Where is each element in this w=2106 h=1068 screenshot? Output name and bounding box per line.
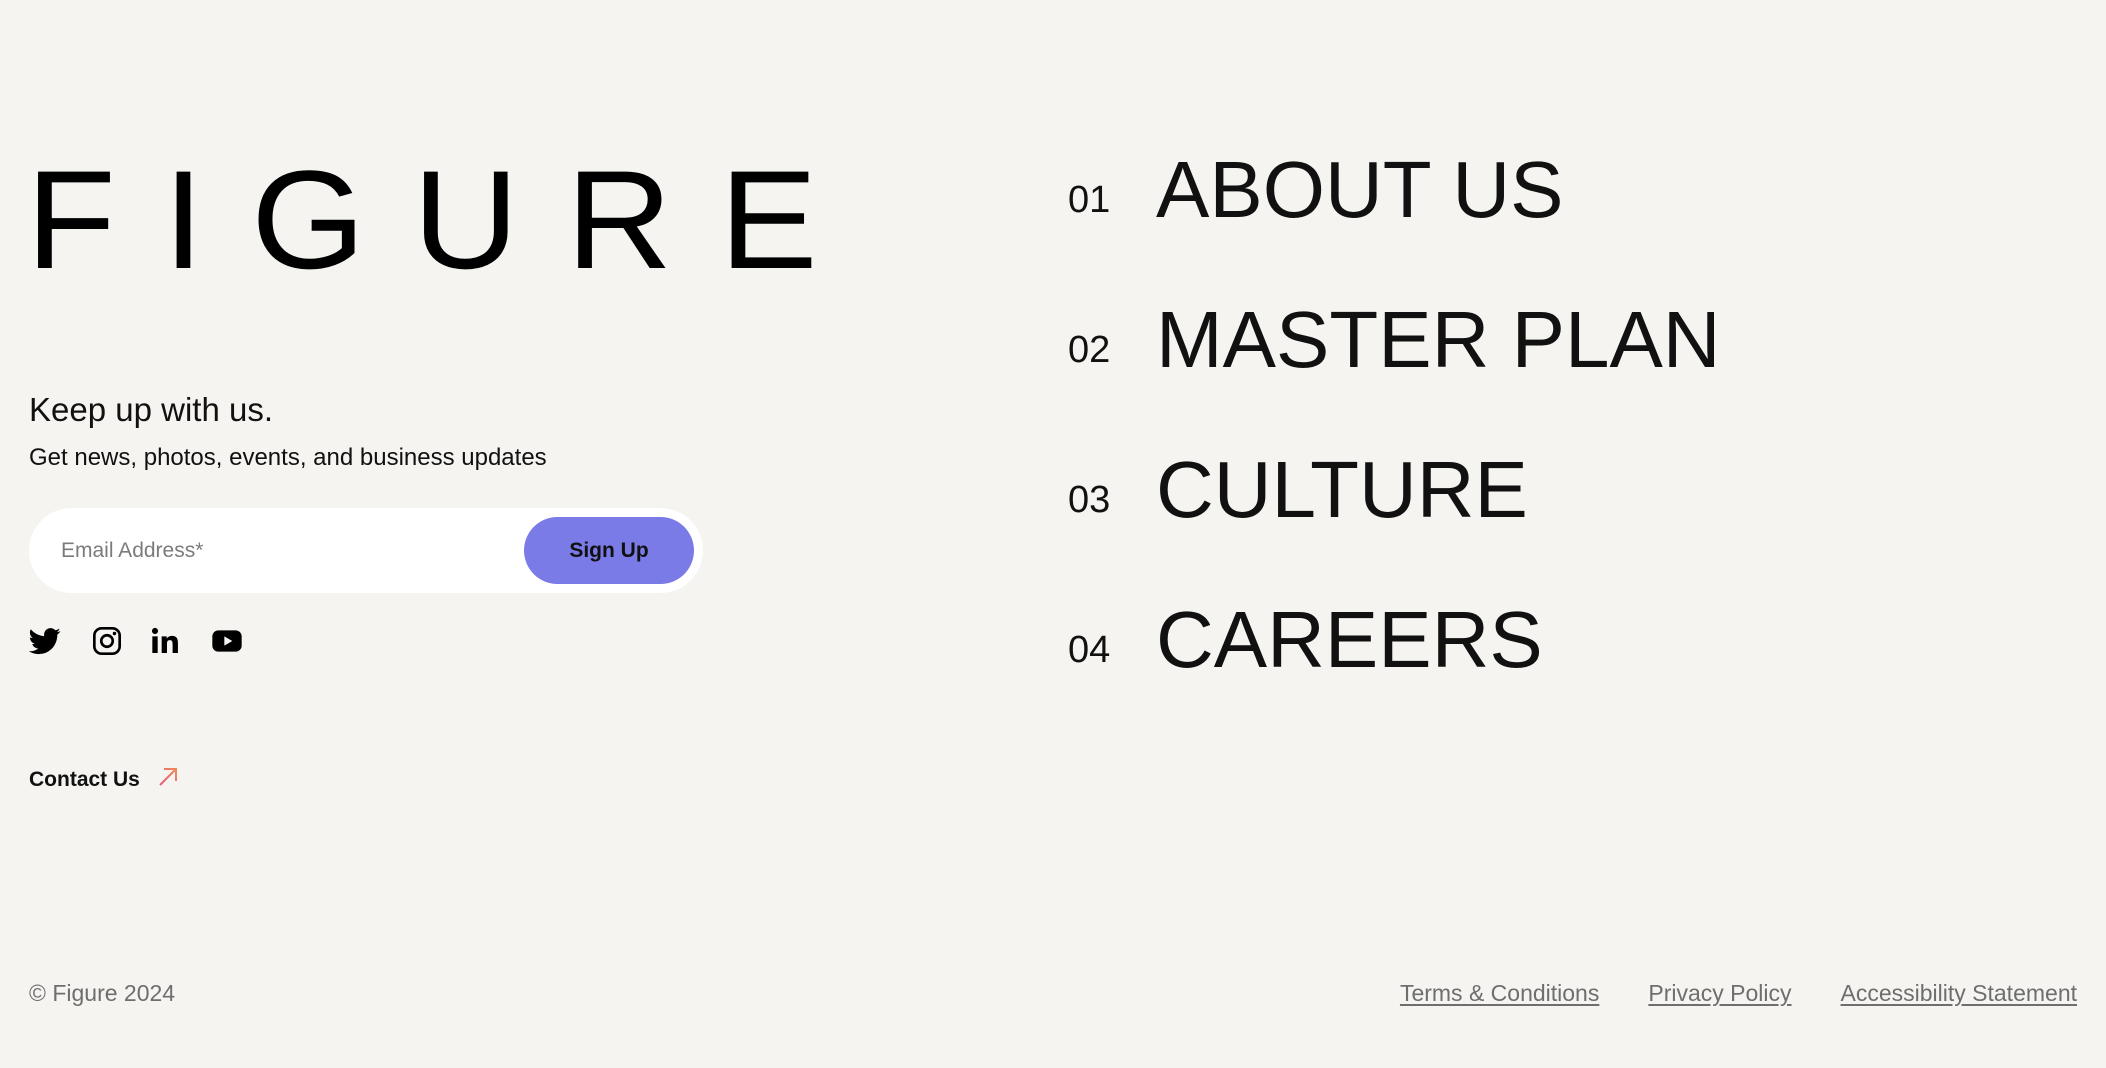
logo-wordmark[interactable]: FIGURE — [26, 150, 865, 290]
instagram-icon[interactable] — [91, 625, 123, 657]
nav-item-number: 01 — [1068, 179, 1111, 221]
newsletter-heading: Keep up with us. — [29, 391, 273, 428]
copyright-text: © Figure 2024 — [29, 980, 176, 1006]
youtube-icon[interactable] — [211, 625, 243, 657]
twitter-icon[interactable] — [29, 625, 61, 657]
nav-item-culture[interactable]: 03 CULTURE — [1068, 430, 2077, 580]
linkedin-icon[interactable] — [149, 625, 181, 657]
nav-item-careers[interactable]: 04 CAREERS — [1068, 580, 2077, 730]
nav-item-number: 03 — [1068, 479, 1111, 521]
privacy-policy-link[interactable]: Privacy Policy — [1648, 979, 1791, 1007]
nav-item-number: 02 — [1068, 329, 1111, 371]
contact-us-label: Contact Us — [29, 768, 140, 791]
accessibility-statement-link[interactable]: Accessibility Statement — [1841, 979, 2077, 1007]
newsletter-form: Sign Up — [29, 508, 703, 593]
nav-item-about-us[interactable]: 01 ABOUT US — [1068, 130, 2077, 280]
terms-link[interactable]: Terms & Conditions — [1400, 979, 1599, 1007]
sign-up-button[interactable]: Sign Up — [524, 517, 694, 584]
contact-us-link[interactable]: Contact Us — [29, 768, 180, 792]
nav-item-label: CULTURE — [1156, 445, 1528, 534]
legal-links: Terms & Conditions Privacy Policy Access… — [1400, 979, 2077, 1007]
nav-item-number: 04 — [1068, 629, 1111, 671]
nav-item-label: CAREERS — [1156, 595, 1543, 684]
nav-item-master-plan[interactable]: 02 MASTER PLAN — [1068, 280, 2077, 430]
email-input[interactable] — [59, 526, 513, 576]
nav-item-label: ABOUT US — [1156, 145, 1564, 234]
main-nav: 01 ABOUT US 02 MASTER PLAN 03 CULTURE 04… — [1068, 130, 2077, 730]
nav-item-label: MASTER PLAN — [1156, 295, 1721, 384]
arrow-up-right-icon — [156, 765, 180, 789]
newsletter-subheading: Get news, photos, events, and business u… — [29, 444, 547, 471]
